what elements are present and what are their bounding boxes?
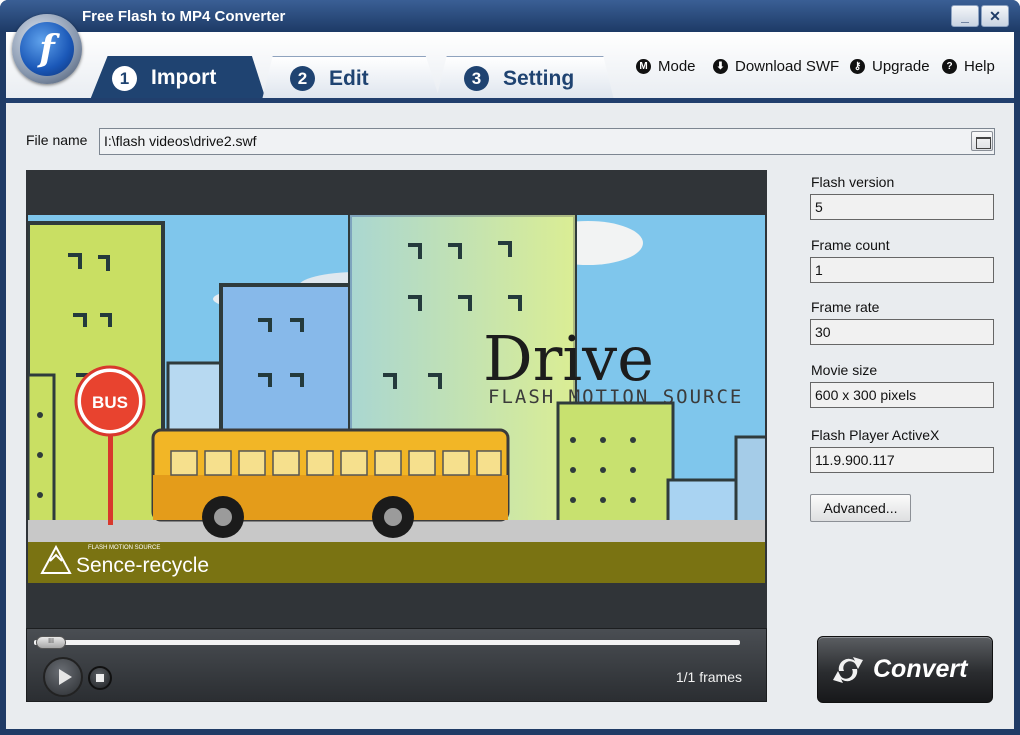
frame-rate-label: Frame rate: [811, 299, 880, 315]
movie-size-label: Movie size: [811, 362, 878, 378]
tab-setting[interactable]: 3 Setting: [436, 56, 614, 100]
mode-icon: M: [636, 59, 651, 74]
file-name-label: File name: [26, 132, 88, 148]
flash-version-field: 5: [810, 194, 994, 220]
flash-player-field: 11.9.900.117: [810, 447, 994, 473]
convert-button[interactable]: Convert: [817, 636, 993, 703]
mode-menu[interactable]: M Mode: [636, 58, 696, 75]
frame-count-label: Frame count: [811, 237, 890, 253]
tab-import[interactable]: 1 Import: [90, 56, 266, 100]
help-label: Help: [964, 58, 995, 75]
window-title: Free Flash to MP4 Converter: [82, 8, 286, 25]
seek-knob[interactable]: III: [36, 636, 66, 649]
file-name-field[interactable]: I:\flash videos\drive2.swf: [99, 128, 995, 155]
flash-version-label: Flash version: [811, 174, 895, 190]
frame-counter: 1/1 frames: [675, 669, 742, 685]
flash-player-label: Flash Player ActiveX: [811, 427, 940, 443]
frame-rate-field: 30: [810, 319, 994, 345]
video-frame: BUS Drive FLASH MOTION SOURCE FLASH MOTI…: [28, 215, 765, 583]
tab-edit-label: Edit: [329, 66, 369, 90]
tab-import-label: Import: [151, 66, 217, 89]
mode-label: Mode: [658, 58, 696, 75]
tab-edit-number: 2: [290, 66, 315, 91]
convert-label: Convert: [873, 655, 968, 683]
tab-import-number: 1: [112, 65, 137, 91]
video-subtitle-text: FLASH MOTION SOURCE: [488, 386, 743, 408]
tab-setting-number: 3: [464, 66, 489, 91]
stop-button[interactable]: [88, 666, 112, 690]
bus-sign-text: BUS: [92, 393, 128, 412]
upgrade-menu[interactable]: ⚷ Upgrade: [850, 58, 930, 75]
watermark-text: Sence-recycle: [76, 554, 209, 577]
seek-bar[interactable]: [34, 640, 740, 645]
tab-setting-label: Setting: [503, 66, 575, 90]
tab-edit[interactable]: 2 Edit: [262, 56, 440, 100]
upgrade-label: Upgrade: [872, 58, 930, 75]
minimize-button[interactable]: _: [951, 5, 979, 27]
close-button[interactable]: ✕: [981, 5, 1009, 27]
movie-size-field: 600 x 300 pixels: [810, 382, 994, 408]
download-swf-label: Download SWF: [735, 58, 840, 75]
advanced-button[interactable]: Advanced...: [810, 494, 911, 522]
app-logo: f: [12, 14, 82, 84]
download-swf-menu[interactable]: ⬇ Download SWF: [713, 58, 839, 75]
video-title-text: Drive: [483, 322, 654, 395]
download-icon: ⬇: [713, 59, 728, 74]
help-menu[interactable]: ? Help: [942, 58, 995, 75]
browse-folder-icon[interactable]: [971, 131, 993, 151]
key-icon: ⚷: [850, 59, 865, 74]
help-icon: ?: [942, 59, 957, 74]
watermark-small-text: FLASH MOTION SOURCE: [88, 545, 160, 551]
frame-count-field: 1: [810, 257, 994, 283]
convert-refresh-icon: [833, 657, 863, 683]
video-scene-image: BUS Drive FLASH MOTION SOURCE FLASH MOTI…: [28, 215, 765, 583]
title-bar: Free Flash to MP4 Converter _ ✕: [0, 0, 1020, 32]
play-button[interactable]: [43, 657, 83, 697]
